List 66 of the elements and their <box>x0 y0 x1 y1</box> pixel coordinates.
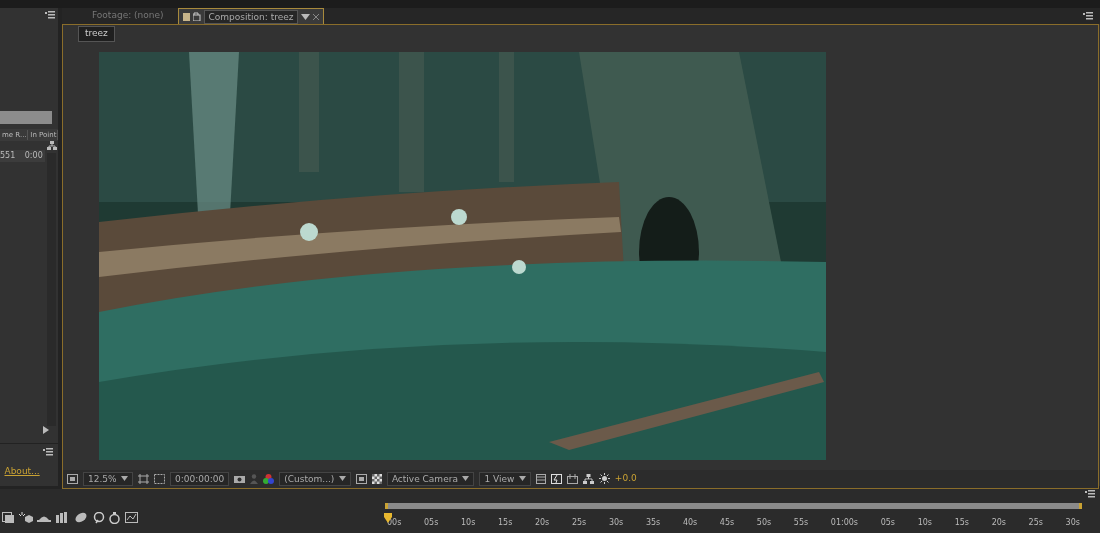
panel-menu-icon[interactable] <box>41 446 54 456</box>
time-label: 55s <box>793 517 809 529</box>
time-label: 45s <box>719 517 735 529</box>
motion-blur-icon[interactable] <box>74 512 89 523</box>
time-label: 20s <box>991 517 1006 529</box>
panel-menu-icon[interactable] <box>1083 489 1096 498</box>
time-label: 05s <box>880 517 896 529</box>
view-layout-dropdown[interactable]: 1 View <box>479 471 531 486</box>
time-label: 25s <box>1028 517 1043 529</box>
hierarchy-icon[interactable] <box>46 140 57 150</box>
dropdown-icon <box>338 476 346 481</box>
timeline-icon[interactable] <box>566 473 578 484</box>
close-icon[interactable] <box>313 13 320 20</box>
table-cell: 0:00 <box>24 149 43 162</box>
panel-menu-icon[interactable] <box>43 10 56 20</box>
time-label: 50s <box>756 517 772 529</box>
about-link[interactable]: About... <box>4 464 58 478</box>
mask-icon[interactable] <box>154 473 166 484</box>
stopwatch-icon[interactable] <box>109 511 121 524</box>
tab-label[interactable]: Composition: treez <box>203 9 299 24</box>
time-label: 35s <box>645 517 661 529</box>
time-label: 01:00s <box>830 517 859 529</box>
region-icon[interactable] <box>355 473 367 484</box>
always-preview-icon[interactable] <box>67 473 78 484</box>
breadcrumb-button[interactable]: treez <box>78 26 115 42</box>
time-label: 10s <box>460 517 476 529</box>
search-field[interactable] <box>0 111 52 125</box>
lock-icon[interactable] <box>192 12 201 21</box>
time-label: 40s <box>682 517 698 529</box>
time-label: 15s <box>497 517 513 529</box>
tab[interactable]: Composition: treez <box>177 8 325 24</box>
tab[interactable]: Footage: (none) <box>82 8 174 24</box>
graph-editor-icon[interactable] <box>92 511 105 524</box>
time-label: 30s <box>1065 517 1080 529</box>
time-label: 30s <box>608 517 624 529</box>
dropdown-icon <box>462 476 470 481</box>
flowchart-icon[interactable] <box>582 473 594 484</box>
time-label: 25s <box>571 517 587 529</box>
transparency-grid-icon[interactable] <box>371 473 382 484</box>
dropdown-icon <box>518 476 526 481</box>
time-label: 05s <box>424 517 439 529</box>
exposure-icon[interactable] <box>598 473 610 484</box>
time-label: 15s <box>954 517 969 529</box>
comp-flowchart-icon[interactable] <box>2 512 15 523</box>
exposure-value[interactable]: +0.0 <box>614 471 637 486</box>
table-cell: 551 <box>0 149 16 162</box>
frame-blending-icon[interactable] <box>55 512 70 523</box>
draft-3d-icon[interactable] <box>18 512 33 523</box>
pixel-aspect-icon[interactable] <box>535 473 546 484</box>
swatch-icon <box>182 12 190 21</box>
camera-icon[interactable] <box>234 474 246 483</box>
graph-view-icon[interactable] <box>124 512 138 523</box>
fast-preview-icon[interactable] <box>550 473 562 484</box>
channels-icon[interactable] <box>263 473 275 484</box>
grid-icon[interactable] <box>138 473 150 484</box>
scrollbar[interactable] <box>47 152 56 426</box>
dropdown-icon <box>121 476 129 481</box>
resolution-dropdown[interactable]: (Custom...) <box>279 471 351 486</box>
zoom-dropdown[interactable]: 12.5% <box>83 471 134 486</box>
time-label: 10s <box>917 517 932 529</box>
timecode-field[interactable]: 0:00:00:00 <box>170 471 230 486</box>
time-label: 20s <box>534 517 550 529</box>
camera-dropdown[interactable]: Active Camera <box>386 471 475 486</box>
panel-menu-icon[interactable] <box>1082 11 1094 20</box>
scroll-right-icon[interactable] <box>43 426 49 434</box>
dropdown-icon[interactable] <box>301 13 311 20</box>
